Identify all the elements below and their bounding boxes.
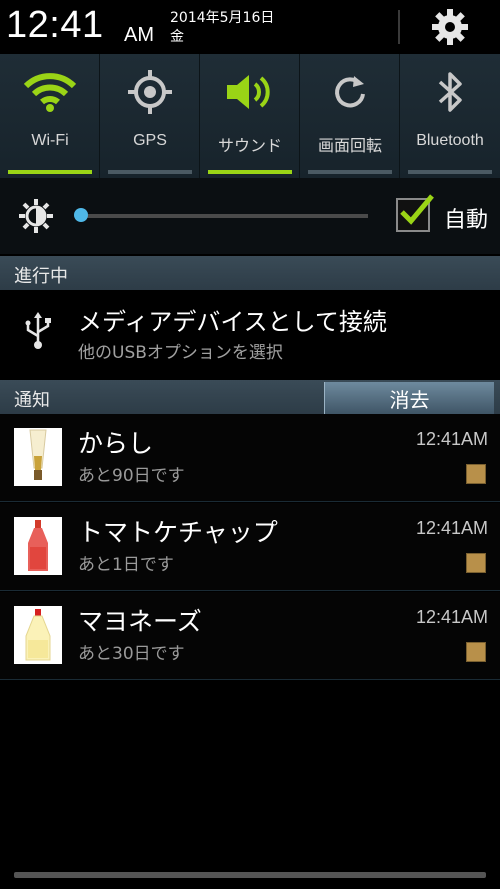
brightness-slider[interactable] — [82, 214, 368, 218]
wifi-icon — [24, 73, 76, 112]
date-display: 2014年5月16日 金 — [170, 9, 274, 47]
checkmark-icon — [400, 194, 434, 225]
date-text: 2014年5月16日 — [170, 10, 275, 26]
brightness-icon — [19, 199, 53, 233]
toggle-bluetooth[interactable]: Bluetooth — [400, 54, 500, 178]
brightness-panel: 自動 — [0, 178, 500, 254]
toggle-indicator — [8, 170, 92, 174]
toggle-indicator — [208, 170, 292, 174]
usb-connection-notification[interactable]: メディアデバイスとして接続 他のUSBオプションを選択 — [0, 292, 500, 372]
notification-time: 12:41AM — [415, 607, 488, 627]
notification-subtitle: 他のUSBオプションを選択 — [78, 343, 283, 363]
toggle-indicator — [308, 170, 392, 174]
weekday-text: 金 — [170, 29, 184, 45]
toggle-label: Wi-Fi — [31, 132, 69, 149]
section-title: 進行中 — [14, 266, 68, 287]
panel-drag-handle[interactable] — [14, 872, 486, 878]
quick-settings-toggles: Wi-Fi GPS サウンド 画面回転 Bluetooth — [0, 54, 500, 178]
toggle-wifi[interactable]: Wi-Fi — [0, 54, 100, 178]
section-title: 通知 — [14, 390, 50, 411]
mayonnaise-bottle-icon — [14, 606, 62, 664]
auto-brightness-label: 自動 — [444, 208, 489, 233]
gear-icon — [432, 9, 468, 45]
notification-time: 12:41AM — [415, 518, 488, 538]
notification-title: トマトケチャップ — [78, 518, 278, 547]
app-small-icon — [466, 464, 486, 484]
gps-icon — [128, 70, 172, 114]
mustard-tube-icon — [14, 428, 62, 486]
clock-time: 12:41 — [6, 4, 104, 46]
clock-ampm: AM — [124, 24, 154, 46]
status-header: 12:41 AM 2014年5月16日 金 — [0, 0, 500, 54]
header-divider — [398, 10, 400, 44]
app-small-icon — [466, 553, 486, 573]
toggle-gps[interactable]: GPS — [100, 54, 200, 178]
toggle-indicator — [408, 170, 492, 174]
toggle-sound[interactable]: サウンド — [200, 54, 300, 178]
notification-subtitle: あと30日です — [78, 644, 185, 664]
toggle-label: サウンド — [217, 138, 282, 155]
notification-title: マヨネーズ — [78, 607, 202, 636]
sound-icon — [227, 75, 270, 109]
ongoing-section-header: 進行中 — [0, 256, 500, 290]
notification-subtitle: あと1日です — [78, 555, 174, 575]
bluetooth-icon — [438, 72, 462, 112]
notification-item[interactable]: からし あと90日です 12:41AM — [0, 414, 500, 502]
auto-brightness-checkbox[interactable] — [396, 194, 434, 232]
notification-item[interactable]: トマトケチャップ あと1日です 12:41AM — [0, 503, 500, 591]
notification-time: 12:41AM — [415, 429, 488, 449]
settings-button[interactable] — [424, 6, 476, 48]
toggle-label: GPS — [133, 132, 167, 149]
clear-button[interactable]: 消去 — [324, 382, 494, 414]
ketchup-bottle-icon — [14, 517, 62, 575]
notification-item[interactable]: マヨネーズ あと30日です 12:41AM — [0, 592, 500, 680]
notification-title: からし — [78, 429, 154, 458]
brightness-slider-thumb[interactable] — [74, 208, 88, 222]
toggle-label: Bluetooth — [416, 132, 484, 149]
app-small-icon — [466, 642, 486, 662]
toggle-indicator — [108, 170, 192, 174]
usb-icon — [25, 312, 51, 349]
toggle-rotation[interactable]: 画面回転 — [300, 54, 400, 178]
notification-title: メディアデバイスとして接続 — [78, 308, 387, 336]
rotate-icon — [335, 76, 365, 108]
notification-subtitle: あと90日です — [78, 466, 185, 486]
notifications-section-header: 通知 消去 — [0, 380, 500, 414]
toggle-label: 画面回転 — [317, 138, 382, 155]
